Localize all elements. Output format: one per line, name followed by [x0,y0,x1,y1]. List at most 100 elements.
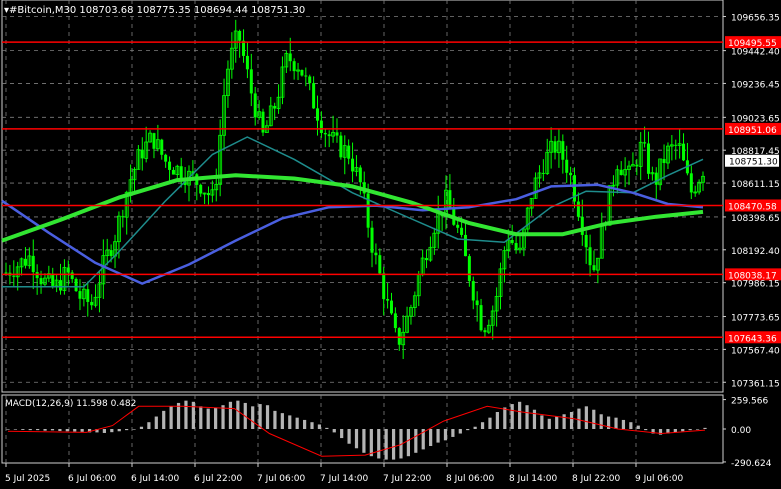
macd-histogram-bar [288,415,292,429]
macd-histogram-bar [458,429,462,434]
candle-body-down [393,313,397,329]
macd-histogram-bar [532,409,537,429]
macd-histogram-bar [547,418,551,429]
price-axis-label: 109656.35 [731,14,780,24]
macd-histogram-bar [199,406,203,429]
candle-body-down [635,164,639,167]
macd-histogram-bar [236,400,240,429]
macd-histogram-bar [191,401,195,429]
macd-histogram-bar [310,422,314,429]
macd-histogram-bar [139,426,144,429]
candle-body-down [109,250,113,257]
macd-histogram-bar [147,422,151,429]
macd-histogram-bar [73,429,77,432]
macd-histogram-bar [228,401,233,429]
macd-histogram-bar [325,427,329,429]
candle-body-down [74,278,78,292]
candle-body-down [483,330,487,333]
candle-body-down [382,273,386,300]
candle-body-down [160,139,164,155]
candle-body-down [312,83,316,109]
macd-histogram-bar [636,425,640,429]
macd-histogram-bar [473,426,477,429]
candle-body-down [23,258,27,266]
candle-body-down [51,273,55,286]
candle-body-down [140,149,144,159]
macd-axis-label: 259.566 [731,397,768,407]
macd-histogram-bar [13,429,18,430]
candle-body-down [370,227,374,253]
macd-histogram-bar [569,412,574,429]
macd-histogram-bar [340,429,344,439]
macd-histogram-bar [377,429,381,459]
macd-histogram-bar [436,429,440,443]
candle-body-down [654,172,658,185]
time-axis-label: 6 Jul 22:00 [194,474,243,484]
macd-histogram-bar [629,422,633,429]
macd-histogram-bar [176,402,181,429]
time-axis-label: 7 Jul 06:00 [257,474,306,484]
macd-histogram-bar [525,405,529,429]
chart-window: 109495.55 108951.06 108470.58 108038.17 1076… [0,0,781,489]
candle-body-down [374,252,378,256]
chart-symbol-ohlc: ▾#Bitcoin,M30 108703.68 108775.35 108694… [4,5,305,16]
macd-histogram-bar [169,406,173,429]
price-chart[interactable]: 109495.55108951.06108470.58108038.171076… [0,0,781,489]
price-level-label: 108951.06 [728,126,777,136]
macd-histogram-bar [58,429,62,432]
candle-body-down [386,299,390,301]
candle-body-down [358,167,362,183]
price-axis-label: 109442.40 [731,48,780,58]
macd-histogram-bar [695,429,700,430]
candle-body-down [253,93,257,118]
candle-body-down [288,53,292,62]
macd-histogram-bar [488,417,492,429]
candle-body-down [541,172,545,174]
macd-histogram-bar [495,412,499,429]
candle-body-down [199,184,203,194]
candle-body-down [565,159,569,173]
candle-body-down [588,247,592,266]
time-axis-label: 5 Jul 2025 [5,474,50,484]
macd-histogram-bar [347,429,351,444]
macd-histogram-bar [110,429,114,433]
macd-histogram-bar [384,429,388,460]
macd-histogram-bar [162,410,166,429]
candle-body-down [619,169,623,176]
candle-body-down [467,256,471,282]
candle-body-down [323,132,327,135]
price-axis-label: 107986.15 [731,280,780,290]
price-axis-label: 109023.65 [731,114,780,124]
candle-body-down [456,224,460,228]
macd-histogram-bar [369,429,373,457]
price-axis-label: 107361.15 [731,379,780,389]
candle-body-down [584,234,588,248]
candle-body-down [479,305,483,331]
macd-histogram-bar [592,409,596,429]
candle-body-down [514,243,518,250]
macd-histogram-bar [584,406,588,429]
price-axis-label: 108192.40 [731,247,780,257]
candle-body-down [682,143,686,161]
macd-histogram-bar [406,429,411,457]
macd-histogram-bar [184,400,188,429]
candle-body-down [171,169,175,175]
price-axis-label: 108398.65 [731,214,780,224]
candle-body-down [168,161,172,170]
candle-body-down [569,172,573,176]
candle-body-down [378,255,382,274]
macd-histogram-bar [362,429,366,453]
macd-histogram-bar [36,429,40,431]
time-axis-label: 8 Jul 22:00 [572,474,621,484]
macd-histogram-bar [125,429,129,431]
candle-body-down [561,141,565,160]
macd-histogram-bar [703,427,707,429]
candle-body-down [553,141,557,153]
macd-histogram-bar [621,419,626,429]
macd-histogram-bar [688,429,692,431]
candle-body-down [327,134,331,137]
main-panel-frame [1,0,724,393]
price-axis-label: 107567.40 [731,346,780,356]
macd-histogram-bar [6,429,10,430]
candle-body-down [592,265,596,271]
